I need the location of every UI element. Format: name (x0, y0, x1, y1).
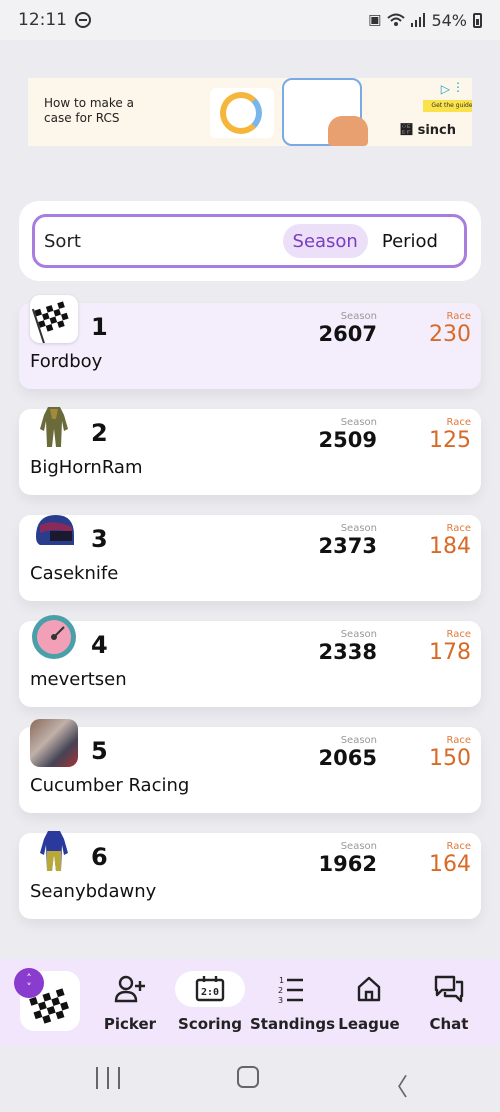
rank: 3 (91, 525, 108, 553)
team-name: Cucumber Racing (30, 775, 190, 796)
nav-scoring[interactable]: 2:0 Scoring (170, 971, 250, 1033)
team-name: Fordboy (30, 351, 103, 372)
wifi-icon (387, 13, 406, 26)
nav-label: Chat (429, 1015, 469, 1033)
race-suit-icon (30, 825, 78, 873)
race-suit-icon (30, 401, 78, 449)
standings-row[interactable]: 1 Fordboy Season 2607 Race 230 (19, 295, 481, 389)
ad-illustration (210, 88, 274, 138)
ad-headline: How to make a case for RCS (44, 96, 134, 125)
helmet-icon (30, 507, 78, 555)
season-points: 2373 (318, 534, 377, 558)
svg-text:2:0: 2:0 (201, 987, 219, 998)
nav-label: Standings (250, 1015, 335, 1033)
race-points: 178 (429, 640, 471, 665)
back-icon[interactable]: 〈 (384, 1067, 408, 1102)
svg-text:3: 3 (278, 996, 283, 1004)
rank: 2 (91, 419, 108, 447)
recents-icon[interactable] (96, 1067, 120, 1089)
race-points: 230 (429, 322, 471, 347)
standings-row[interactable]: 6 Seanybdawny Season 1962 Race 164 (19, 831, 481, 919)
gauge-icon (30, 613, 78, 661)
season-label: Season (340, 523, 377, 534)
standings-row[interactable]: 2 BigHornRam Season 2509 Race 125 (19, 407, 481, 495)
season-label: Season (340, 841, 377, 852)
rank: 6 (91, 843, 108, 871)
checkered-flag-icon (30, 295, 78, 343)
sort-label: Sort (44, 230, 81, 252)
sinch-logo-icon: ຿ (400, 123, 414, 138)
rank: 1 (91, 313, 108, 341)
nav-label: Picker (103, 1015, 157, 1033)
battery-icon (473, 12, 482, 28)
home-button-icon[interactable] (237, 1066, 259, 1088)
league-switch-icon[interactable]: ˄ ˅ (14, 968, 44, 998)
season-label: Season (340, 735, 377, 746)
team-name: BigHornRam (30, 457, 143, 478)
rank: 5 (91, 737, 108, 765)
season-points: 2338 (318, 640, 377, 664)
nav-standings[interactable]: 123 Standings (250, 971, 335, 1033)
sort-control: Sort Season Period (32, 214, 467, 268)
nav-league[interactable]: League (329, 971, 409, 1033)
ad-hand-illustration (328, 116, 368, 146)
nav-label: League (338, 1015, 400, 1033)
scoreboard-icon: 2:0 (195, 976, 225, 1002)
race-label: Race (446, 311, 471, 322)
avatar-photo (30, 719, 78, 767)
status-time: 12:11 (18, 10, 67, 30)
adchoices-icon[interactable]: ▷ (441, 82, 450, 96)
standings-row[interactable]: 5 Cucumber Racing Season 2065 Race 150 (19, 719, 481, 813)
team-name: Caseknife (30, 563, 119, 584)
season-points: 1962 (318, 852, 377, 876)
home-icon (357, 976, 381, 1002)
status-bar: 12:11 ▣ 54% (0, 0, 500, 40)
season-label: Season (340, 311, 377, 322)
do-not-disturb-icon (75, 12, 91, 28)
season-points: 2607 (318, 322, 377, 346)
svg-text:1: 1 (279, 976, 284, 985)
race-points: 125 (429, 428, 471, 453)
sort-option-period[interactable]: Period (372, 224, 448, 258)
race-label: Race (446, 841, 471, 852)
ad-brand: ຿ sinch (400, 123, 456, 138)
season-points: 2065 (318, 746, 377, 770)
season-label: Season (340, 629, 377, 640)
nav-label: Scoring (178, 1015, 242, 1033)
nav-chat[interactable]: Chat (409, 971, 489, 1033)
chat-icon (434, 975, 464, 1003)
more-vert-icon[interactable]: ⋮ (452, 80, 464, 94)
race-label: Race (446, 629, 471, 640)
system-nav-bar: 〈 (0, 1045, 500, 1112)
rank: 4 (91, 631, 108, 659)
ranked-list-icon: 123 (278, 976, 303, 1004)
race-label: Race (446, 417, 471, 428)
sort-option-season[interactable]: Season (282, 224, 368, 258)
ad-cta[interactable]: Get the guide (423, 100, 472, 112)
sort-card: Sort Season Period (19, 201, 481, 281)
svg-text:2: 2 (278, 986, 283, 995)
standings-row[interactable]: 3 Caseknife Season 2373 Race 184 (19, 515, 481, 601)
bottom-nav: ˄ ˅ Picker 2:0 Scoring 123 Standings Leag… (0, 959, 500, 1045)
ad-banner[interactable]: How to make a case for RCS Get the guide… (28, 78, 472, 146)
race-label: Race (446, 523, 471, 534)
race-label: Race (446, 735, 471, 746)
nav-picker[interactable]: Picker (90, 971, 170, 1033)
battery-percent: 54% (431, 10, 467, 30)
season-points: 2509 (318, 428, 377, 452)
season-label: Season (340, 417, 377, 428)
signal-icon (411, 13, 426, 27)
team-name: Seanybdawny (30, 881, 157, 902)
add-user-icon (114, 975, 145, 1003)
race-points: 150 (429, 746, 471, 771)
notification-icon: ▣ (368, 12, 382, 28)
team-name: mevertsen (30, 669, 127, 690)
race-points: 164 (429, 852, 471, 877)
standings-row[interactable]: 4 mevertsen Season 2338 Race 178 (19, 615, 481, 707)
race-points: 184 (429, 534, 471, 559)
